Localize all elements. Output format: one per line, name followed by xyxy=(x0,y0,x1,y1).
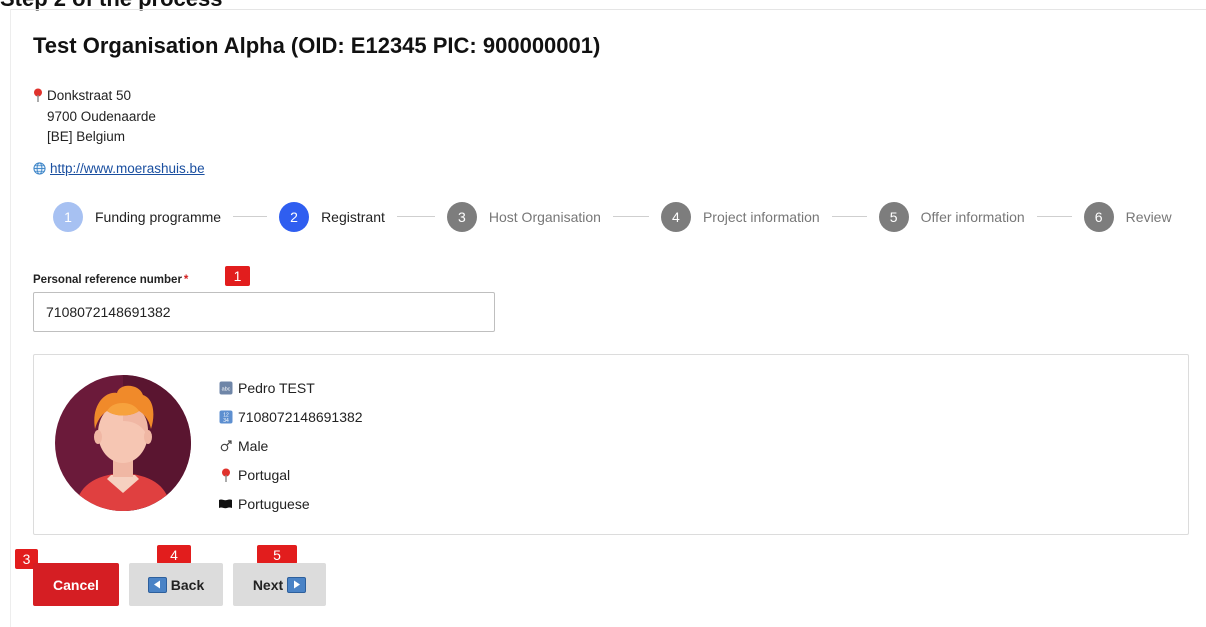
annotation-badge-4: 4 xyxy=(157,545,191,564)
globe-icon xyxy=(33,162,46,175)
left-divider xyxy=(10,9,11,627)
registrant-country: Portugal xyxy=(238,466,291,483)
step-connector xyxy=(612,216,649,217)
step-number: 4 xyxy=(660,201,691,232)
step-label: Host Organisation xyxy=(488,208,601,225)
registrant-language: Portuguese xyxy=(238,495,310,512)
arrow-right-icon xyxy=(287,576,307,593)
registrant-name-row: abc Pedro TEST xyxy=(218,373,363,402)
personal-reference-input[interactable] xyxy=(33,292,495,332)
avatar-icon xyxy=(55,375,191,511)
cancel-button[interactable]: Cancel xyxy=(33,563,119,606)
step-label: Review xyxy=(1125,208,1172,225)
annotation-badge-5: 5 xyxy=(257,545,297,564)
step-review[interactable]: 6 Review xyxy=(1083,201,1172,232)
registrant-name: Pedro TEST xyxy=(238,379,315,396)
step-number: 5 xyxy=(878,201,909,232)
progress-stepper: 1 Funding programme 2 Registrant 3 Host … xyxy=(53,201,1172,232)
annotation-badge-1: 1 xyxy=(225,266,250,286)
next-button[interactable]: Next xyxy=(233,563,326,606)
organisation-website: http://www.moerashuis.be xyxy=(33,161,205,176)
step-label: Registrant xyxy=(321,208,385,225)
website-link[interactable]: http://www.moerashuis.be xyxy=(50,161,205,176)
step-connector xyxy=(233,216,268,217)
abc-icon: abc xyxy=(218,380,233,395)
step-label: Offer information xyxy=(920,208,1025,225)
gender-icon xyxy=(218,438,233,453)
step-number: 2 xyxy=(279,201,310,232)
next-button-label: Next xyxy=(252,576,284,593)
required-mark: * xyxy=(183,274,189,286)
arrow-left-icon xyxy=(147,576,167,593)
location-pin-icon xyxy=(218,467,233,482)
step-host-organisation[interactable]: 3 Host Organisation xyxy=(446,201,601,232)
step-number: 1 xyxy=(53,201,83,232)
numbers-icon: 12 34 xyxy=(218,409,233,424)
registrant-gender-row: Male xyxy=(218,431,363,460)
step-offer-information[interactable]: 5 Offer information xyxy=(878,201,1025,232)
step-label: Funding programme xyxy=(95,208,222,225)
personal-reference-label: Personal reference number * xyxy=(33,274,188,286)
back-button-label: Back xyxy=(170,576,205,593)
registrant-id-row: 12 34 7108072148691382 xyxy=(218,402,363,431)
personal-reference-label-text: Personal reference number xyxy=(33,274,182,286)
organisation-title: Test Organisation Alpha (OID: E12345 PIC… xyxy=(33,33,601,58)
address-city: 9700 Oudenaarde xyxy=(47,108,156,124)
back-button[interactable]: Back xyxy=(129,563,223,606)
location-pin-icon xyxy=(34,88,42,102)
step-number: 3 xyxy=(446,201,477,232)
step-registrant[interactable]: 2 Registrant xyxy=(279,201,385,232)
registrant-info: abc Pedro TEST 12 34 7108072148691382 Mal… xyxy=(218,373,363,518)
registrant-language-row: Portuguese xyxy=(218,489,363,518)
organisation-address: Donkstraat 50 9700 Oudenaarde [BE] Belgi… xyxy=(33,86,156,148)
step-connector xyxy=(1036,216,1072,217)
svg-text:34: 34 xyxy=(223,417,229,423)
step-number: 6 xyxy=(1083,201,1114,232)
address-line-street: Donkstraat 50 xyxy=(33,86,156,107)
registrant-card: abc Pedro TEST 12 34 7108072148691382 Mal… xyxy=(33,354,1189,535)
registrant-gender: Male xyxy=(238,437,269,454)
step-connector xyxy=(831,216,867,217)
step-project-information[interactable]: 4 Project information xyxy=(660,201,820,232)
step-funding-programme[interactable]: 1 Funding programme xyxy=(53,201,222,232)
flag-icon xyxy=(218,496,233,511)
page-header-partial: Step 2 of the process xyxy=(0,0,223,12)
registrant-country-row: Portugal xyxy=(218,460,363,489)
svg-text:abc: abc xyxy=(221,386,230,392)
step-label: Project information xyxy=(702,208,820,225)
step-connector xyxy=(396,216,435,217)
top-divider xyxy=(10,9,1206,10)
address-country: [BE] Belgium xyxy=(47,129,126,144)
registrant-id-number: 7108072148691382 xyxy=(238,408,363,425)
address-street: Donkstraat 50 xyxy=(47,88,132,103)
